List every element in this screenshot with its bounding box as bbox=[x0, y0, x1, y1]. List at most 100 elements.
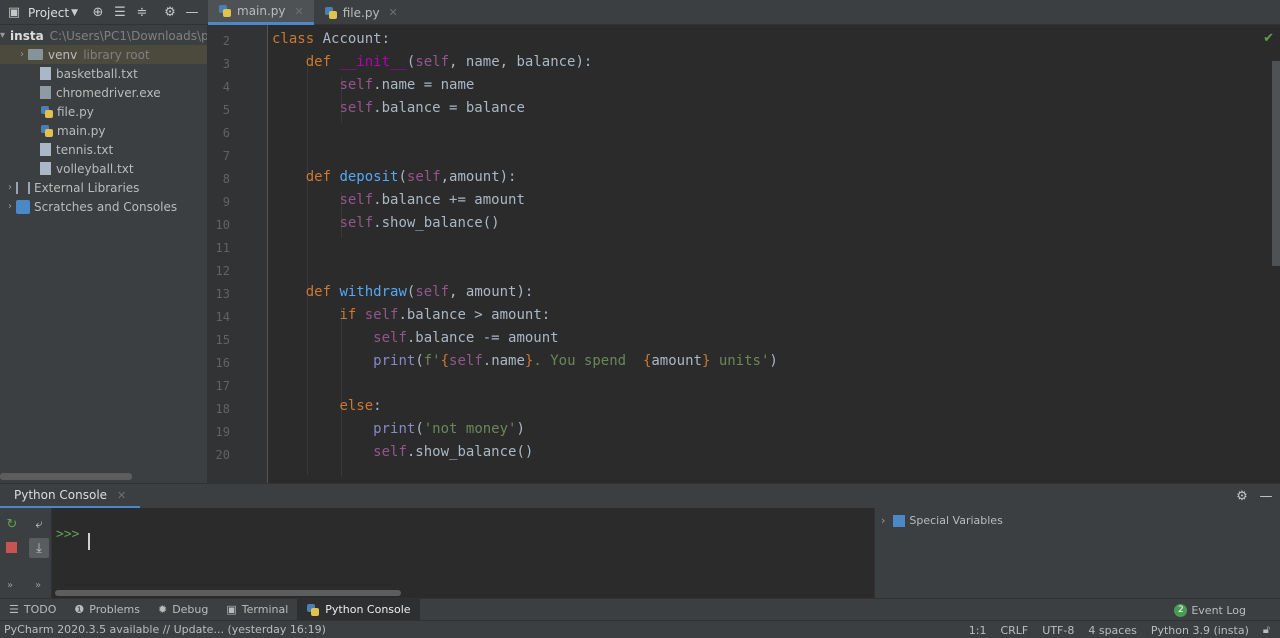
tree-item-tennis[interactable]: tennis.txt bbox=[0, 140, 207, 159]
chevron-down-icon[interactable]: ▾ bbox=[0, 30, 5, 41]
tree-root-insta[interactable]: ▾ insta C:\Users\PC1\Downloads\p bbox=[0, 26, 207, 45]
scratches-icon bbox=[16, 199, 30, 214]
line-number: 6 bbox=[222, 126, 230, 140]
line-separator[interactable]: CRLF bbox=[1000, 624, 1028, 637]
line-number: 5 bbox=[222, 103, 230, 117]
console-horizontal-scrollbar[interactable] bbox=[55, 590, 401, 596]
info-icon: ❶ bbox=[74, 603, 85, 616]
tab-label: file.py bbox=[342, 5, 380, 20]
library-icon bbox=[16, 181, 30, 194]
rerun-icon[interactable]: ↻ bbox=[4, 516, 20, 532]
status-bar: PyCharm 2020.3.5 available // Update... … bbox=[0, 620, 1280, 638]
text-file-icon bbox=[40, 143, 51, 156]
editor-tabs: main.py ✕ file.py ✕ bbox=[208, 0, 408, 25]
tree-item-file-py[interactable]: file.py bbox=[0, 102, 207, 121]
lock-icon[interactable]: 🔓︎ bbox=[1263, 623, 1270, 637]
tab-terminal[interactable]: ▣ Terminal bbox=[217, 599, 297, 621]
tab-python-console-bottom[interactable]: Python Console bbox=[297, 598, 420, 621]
special-variables-row[interactable]: › Special Variables bbox=[881, 514, 1003, 527]
tree-item-label: External Libraries bbox=[34, 180, 140, 195]
more-tools-icon[interactable]: » bbox=[35, 580, 41, 591]
chevron-right-icon[interactable]: › bbox=[16, 49, 28, 60]
chevron-right-icon[interactable]: › bbox=[881, 514, 885, 527]
interpreter-selector[interactable]: Python 3.9 (insta) bbox=[1151, 624, 1249, 637]
chevron-down-icon[interactable]: ▼ bbox=[71, 8, 78, 18]
tree-item-venv[interactable]: › venv library root bbox=[0, 45, 207, 64]
line-number: 13 bbox=[215, 287, 230, 301]
line-number: 8 bbox=[222, 172, 230, 186]
code-line: self.show_balance() bbox=[373, 444, 534, 460]
sidebar-horizontal-scrollbar[interactable] bbox=[0, 473, 132, 480]
file-encoding[interactable]: UTF-8 bbox=[1042, 624, 1074, 637]
line-number: 2 bbox=[222, 34, 230, 48]
tree-item-main-py[interactable]: main.py bbox=[0, 121, 207, 140]
tree-item-label: file.py bbox=[57, 104, 94, 119]
chevron-right-icon[interactable]: › bbox=[4, 182, 16, 193]
gear-icon[interactable]: ⚙ bbox=[162, 5, 178, 21]
console-prompt: >>> bbox=[56, 527, 80, 542]
tab-label: Terminal bbox=[241, 603, 289, 616]
tree-item-scratches[interactable]: › Scratches and Consoles bbox=[0, 197, 207, 216]
tab-debug[interactable]: ✹ Debug bbox=[149, 599, 217, 621]
more-tools-icon[interactable]: » bbox=[7, 580, 13, 591]
line-number-gutter: 2 3 4 5 6 7 8 9 10 11 12 13 14 15 16 17 … bbox=[208, 25, 268, 483]
code-line: def __init__(self, name, balance): bbox=[305, 54, 593, 70]
close-icon[interactable]: ✕ bbox=[295, 5, 304, 18]
line-number: 15 bbox=[215, 333, 230, 347]
tab-todo[interactable]: ☰ TODO bbox=[0, 599, 65, 621]
minimize-icon[interactable]: — bbox=[184, 5, 200, 21]
collapse-all-icon[interactable]: ≑ bbox=[134, 5, 150, 21]
tab-file-py[interactable]: file.py ✕ bbox=[314, 0, 408, 25]
tree-item-volleyball[interactable]: volleyball.txt bbox=[0, 159, 207, 178]
tab-python-console[interactable]: Python Console ✕ bbox=[0, 484, 141, 509]
chevron-right-icon[interactable]: › bbox=[4, 201, 16, 212]
editor-vertical-scrollbar[interactable] bbox=[1272, 61, 1280, 266]
line-number: 9 bbox=[222, 195, 230, 209]
code-editor[interactable]: 2 3 4 5 6 7 8 9 10 11 12 13 14 15 16 17 … bbox=[208, 25, 1280, 483]
tool-window-bar: ☰ TODO ❶ Problems ✹ Debug ▣ Terminal Pyt… bbox=[0, 598, 1280, 621]
variables-icon bbox=[893, 514, 906, 527]
tab-main-py[interactable]: main.py ✕ bbox=[208, 0, 314, 25]
code-line: self.name = name bbox=[339, 77, 475, 93]
close-icon[interactable]: ✕ bbox=[117, 489, 126, 502]
status-widgets: 1:1 CRLF UTF-8 4 spaces Python 3.9 (inst… bbox=[969, 621, 1270, 638]
python-file-icon bbox=[324, 6, 338, 20]
event-log-button[interactable]: 2 Event Log bbox=[1174, 599, 1246, 621]
expand-all-icon[interactable]: ☰ bbox=[112, 5, 128, 21]
inspection-ok-icon[interactable]: ✔ bbox=[1263, 31, 1274, 46]
terminal-icon: ▣ bbox=[226, 603, 237, 616]
code-line: self.balance += amount bbox=[339, 192, 525, 208]
soft-wrap-icon[interactable]: ⤶ bbox=[31, 516, 47, 532]
tree-item-label: chromedriver.exe bbox=[56, 85, 161, 100]
line-number: 7 bbox=[222, 149, 230, 163]
minimize-icon[interactable]: — bbox=[1258, 488, 1274, 504]
tree-item-basketball[interactable]: basketball.txt bbox=[0, 64, 207, 83]
line-number: 16 bbox=[215, 356, 230, 370]
target-icon[interactable]: ⊕ bbox=[90, 5, 106, 21]
code-line: def withdraw(self, amount): bbox=[305, 284, 534, 300]
scroll-to-end-icon[interactable]: ⤓ bbox=[29, 538, 49, 558]
close-icon[interactable]: ✕ bbox=[389, 6, 398, 19]
project-tree: ▾ insta C:\Users\PC1\Downloads\p › venv … bbox=[0, 25, 208, 483]
bug-icon: ✹ bbox=[157, 603, 168, 616]
indent-setting[interactable]: 4 spaces bbox=[1088, 624, 1137, 637]
code-line: self.balance -= amount bbox=[373, 330, 559, 346]
tab-problems[interactable]: ❶ Problems bbox=[65, 599, 149, 621]
tree-item-external-libraries[interactable]: › External Libraries bbox=[0, 178, 207, 197]
line-number: 12 bbox=[215, 264, 230, 278]
folder-icon bbox=[28, 49, 43, 60]
console-header: Python Console ✕ ⚙ — bbox=[0, 483, 1280, 509]
text-file-icon bbox=[40, 162, 51, 175]
code-line: else: bbox=[339, 398, 382, 414]
status-message[interactable]: PyCharm 2020.3.5 available // Update... … bbox=[4, 623, 326, 636]
event-count-badge: 2 bbox=[1174, 603, 1188, 617]
project-view-dropdown[interactable]: Project bbox=[28, 6, 69, 20]
stop-icon[interactable] bbox=[6, 542, 17, 553]
text-caret bbox=[88, 533, 90, 550]
tree-item-label: tennis.txt bbox=[56, 142, 114, 157]
line-number: 3 bbox=[222, 57, 230, 71]
code-line: self.show_balance() bbox=[339, 215, 500, 231]
caret-position[interactable]: 1:1 bbox=[969, 624, 987, 637]
gear-icon[interactable]: ⚙ bbox=[1234, 488, 1250, 504]
tree-item-chromedriver[interactable]: chromedriver.exe bbox=[0, 83, 207, 102]
